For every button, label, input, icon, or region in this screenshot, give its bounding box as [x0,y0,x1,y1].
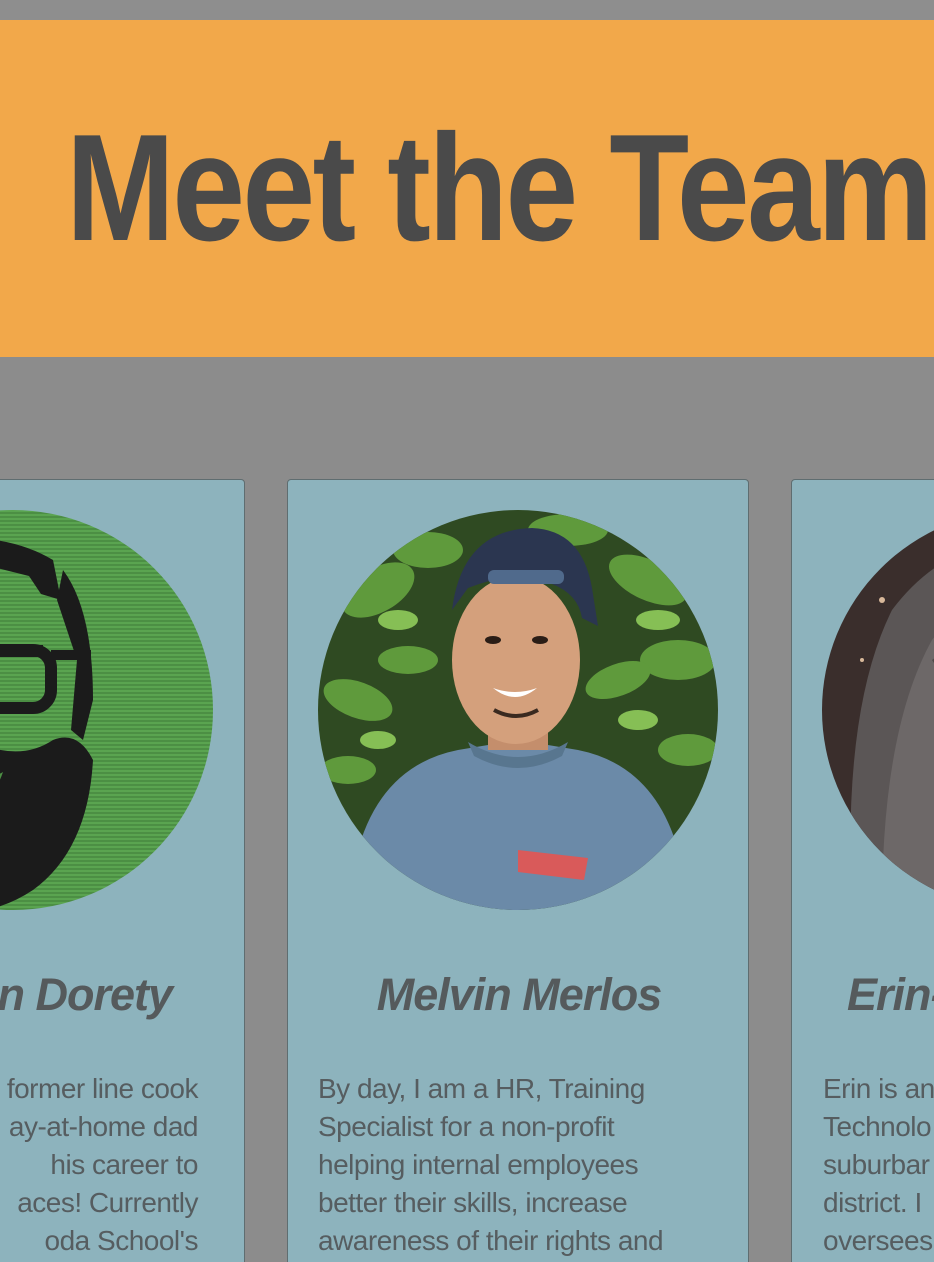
member-bio: By day, I am a HR, Training Specialist f… [318,1070,728,1260]
bio-line: Specialist for a non-profit [318,1111,615,1142]
bio-line: his career to [50,1149,198,1180]
portrait-photo-image [822,510,934,910]
avatar [822,510,934,910]
member-name: an Dorety [0,969,173,1020]
bio-line: Erin is an [823,1073,934,1104]
member-bio: former line cook ay-at-home dad his care… [6,1070,199,1260]
bio-line: better their skills, increase [318,1187,628,1218]
team-member-card: an Dorety former line cook ay-at-home da… [0,479,245,1262]
avatar [318,510,718,910]
member-name: Melvin Merlos [376,969,663,1020]
team-member-card: Erin- Erin is an Technolo suburbar distr… [791,479,934,1262]
bio-line: suburbar [823,1149,930,1180]
bio-line: helping internal employees [318,1149,639,1180]
bio-line: Technolo [823,1111,932,1142]
member-name: Erin- [847,969,934,1020]
bio-line: By day, I am a HR, Training [318,1073,645,1104]
bio-line: district. I [823,1187,922,1218]
top-strip [0,0,934,20]
page-title: Meet the Team [66,103,933,273]
team-member-card: Melvin Merlos By day, I am a HR, Trainin… [287,479,749,1262]
avatar [0,510,213,910]
bio-line: oversees [823,1225,933,1256]
bio-line: oda School's [44,1225,199,1256]
page: Meet the Team n Dorety former line cook … [0,0,934,1262]
member-bio: Erin is an Technolo suburbar district. I… [823,1070,934,1260]
bio-line: awareness of their rights and [318,1225,664,1256]
bio-line: aces! Currently [17,1187,198,1218]
pixel-portrait-image [0,510,213,910]
bio-line: former line cook [6,1073,199,1104]
bio-line: ay-at-home dad [8,1111,199,1142]
header-banner: Meet the Team [0,20,934,357]
portrait-photo-image [318,510,718,910]
